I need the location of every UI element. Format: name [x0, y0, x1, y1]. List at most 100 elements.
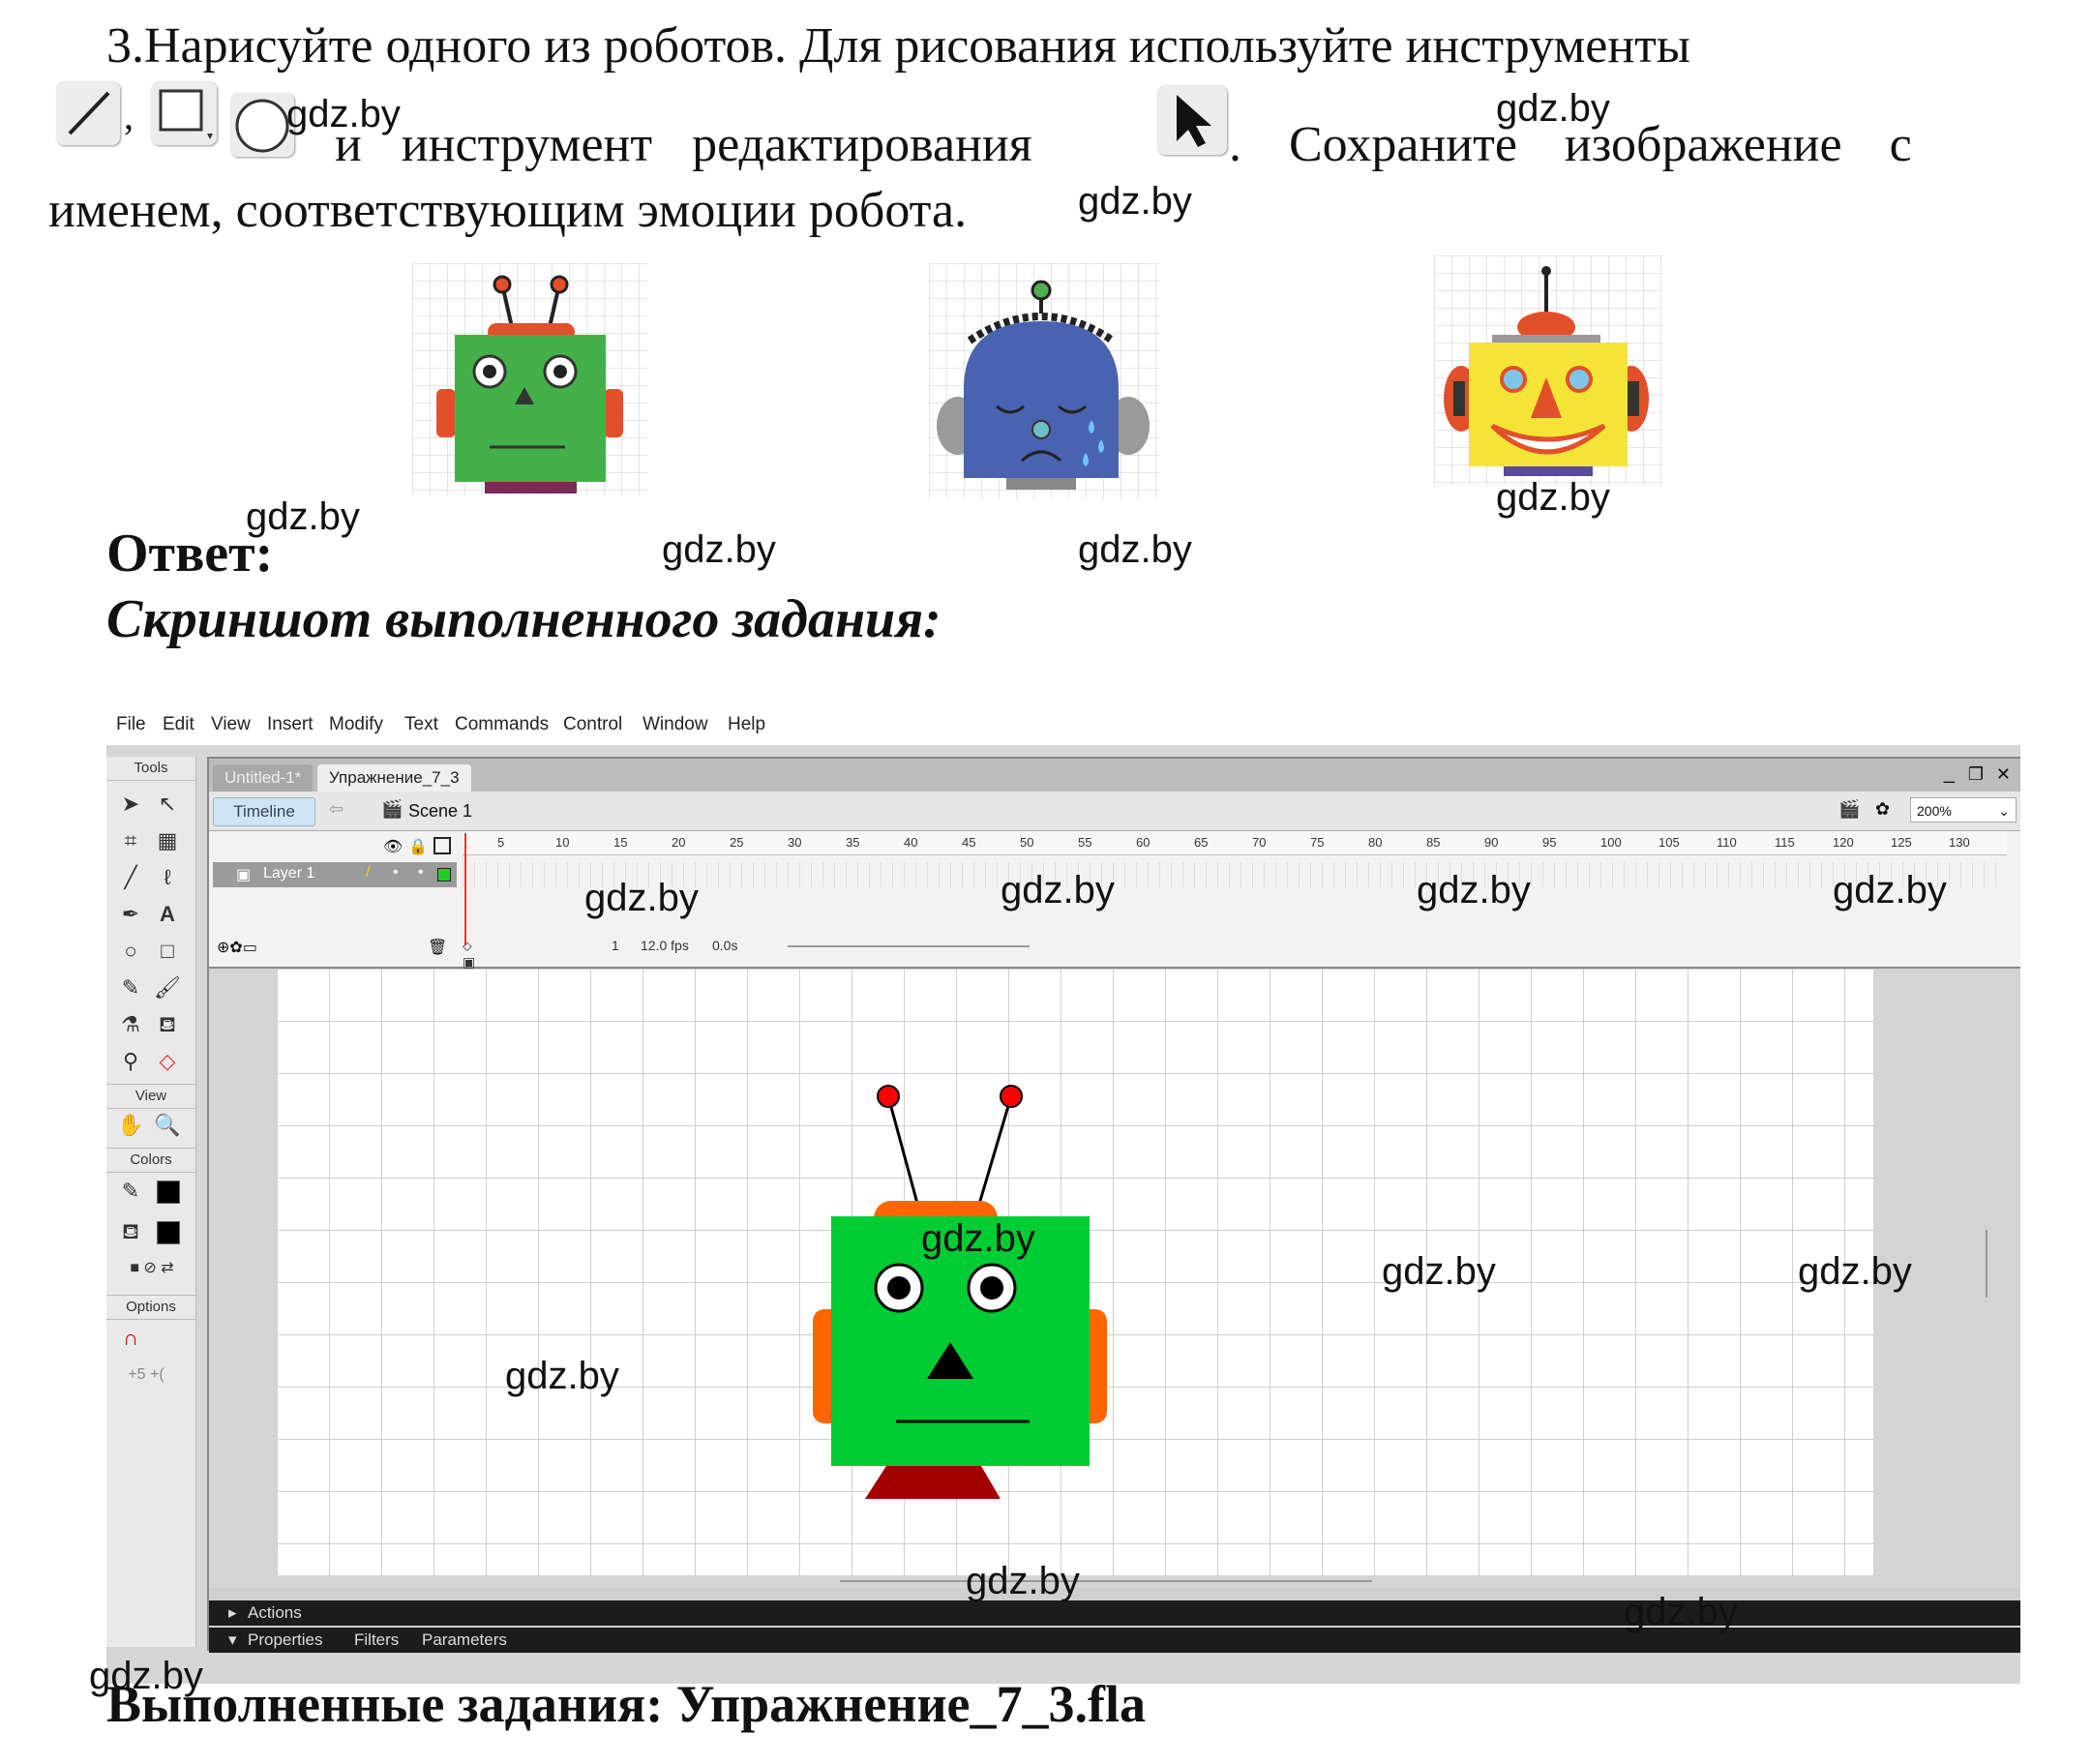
visible-dot[interactable]: •	[393, 864, 399, 882]
rectangle-tool-icon	[151, 81, 217, 145]
trash-icon[interactable]: 🗑	[428, 938, 447, 957]
menu-modify[interactable]: Modify	[329, 714, 383, 735]
frame-tick-label: 70	[1252, 835, 1267, 850]
menu-commands[interactable]: Commands	[455, 714, 549, 735]
right-antenna	[975, 1095, 1013, 1211]
watermark: gdz.by	[1624, 1591, 1738, 1633]
gradient-tool-icon[interactable]: ▦	[153, 826, 182, 855]
lock-dot[interactable]: •	[418, 864, 424, 882]
frame-tick-label: 65	[1194, 835, 1209, 850]
stage-canvas[interactable]	[277, 969, 1873, 1575]
actions-panel-bar[interactable]: ▸ Actions	[209, 1600, 2020, 1626]
timeline-panel: 👁 🔒 ▣ Layer 1 / • • ⊕✿▭ 🗑 5 10 15 20 25 30 35 4…	[209, 831, 2020, 1019]
tab-parameters[interactable]: Parameters	[422, 1630, 507, 1650]
tab-properties[interactable]: Properties	[248, 1630, 322, 1650]
frame-tick-label: 15	[613, 835, 628, 850]
collapse-arrow-icon: ▾	[228, 1630, 237, 1649]
zoom-tool-icon[interactable]: 🔍	[153, 1111, 182, 1140]
new-layer-icons[interactable]: ⊕✿▭	[217, 938, 257, 957]
close-icon[interactable]: ✕	[1996, 764, 2011, 785]
menu-insert[interactable]: Insert	[267, 714, 314, 735]
left-antenna	[886, 1095, 921, 1211]
paint-bucket-tool-icon[interactable]: ⛾	[153, 1010, 182, 1039]
colors-header: Colors	[106, 1148, 195, 1173]
menu-control[interactable]: Control	[563, 714, 622, 735]
tab-untitled[interactable]: Untitled-1*	[213, 764, 314, 792]
stage-vscrollbar[interactable]	[1986, 1230, 1987, 1298]
text-tool-icon[interactable]: A	[153, 900, 182, 929]
subselection-tool-icon[interactable]: ↖	[153, 790, 182, 819]
oval-tool-icon[interactable]: ○	[116, 937, 145, 966]
watermark: gdz.by	[1496, 476, 1610, 519]
menu-text[interactable]: Text	[404, 714, 438, 735]
frame-rate: 12.0 fps	[641, 938, 689, 953]
minimize-icon[interactable]: _	[1944, 762, 1955, 785]
frame-tick-label: 25	[730, 835, 744, 850]
eraser-tool-icon[interactable]: ◇	[153, 1047, 182, 1076]
watermark: gdz.by	[89, 1655, 203, 1697]
layer-icon: ▣	[236, 867, 252, 883]
task-line-2a: и инструмент редактирования	[335, 117, 1032, 172]
back-arrow-icon[interactable]: ⇦	[329, 799, 344, 820]
layer-color-box[interactable]	[437, 868, 451, 882]
line-tool-icon[interactable]: ╱	[116, 863, 145, 892]
frame-tick-label: 40	[904, 835, 918, 850]
menu-edit[interactable]: Edit	[163, 714, 194, 735]
robot-drawing	[813, 1085, 1107, 1499]
stroke-color-swatch[interactable]	[153, 1177, 182, 1206]
playhead[interactable]	[464, 833, 476, 945]
pencil-icon: /	[366, 864, 371, 881]
outline-icon[interactable]	[433, 837, 451, 854]
frame-ruler: 5 10 15 20 25 30 35 40 45 50 55 60 65 70 75 80 85 90 95 100…	[463, 831, 2007, 855]
pen-tool-icon[interactable]: ✒	[116, 900, 145, 929]
frame-tick-label: 100	[1600, 835, 1622, 850]
hand-tool-icon[interactable]: ✋	[116, 1111, 145, 1140]
smooth-straighten-icons[interactable]: +5 +(	[112, 1360, 180, 1390]
watermark: gdz.by	[1833, 869, 1947, 912]
watermark: gdz.by	[1078, 528, 1192, 571]
watermark: gdz.by	[966, 1560, 1080, 1602]
transform-tool-icon[interactable]: ⌗	[116, 826, 145, 855]
watermark: gdz.by	[1078, 180, 1192, 223]
frame-tick-label: 95	[1542, 835, 1557, 850]
edit-symbol-icon[interactable]: ✿	[1875, 799, 1890, 820]
frame-tick-label: 50	[1020, 835, 1034, 850]
lasso-tool-icon[interactable]: ℓ	[153, 863, 182, 892]
snap-magnet-icon[interactable]: ∩	[116, 1324, 145, 1353]
frame-tick-label: 130	[1949, 835, 1970, 850]
restore-icon[interactable]: ❐	[1968, 764, 1984, 785]
menu-window[interactable]: Window	[643, 714, 708, 735]
ink-bottle-tool-icon[interactable]: ⚗	[116, 1010, 145, 1039]
watermark: gdz.by	[921, 1217, 1035, 1260]
selection-tool-icon[interactable]: ➤	[116, 790, 145, 819]
menu-view[interactable]: View	[211, 714, 251, 735]
edit-scene-icon[interactable]: 🎬	[1838, 799, 1860, 820]
layer-row[interactable]: ▣ Layer 1 / • •	[213, 862, 457, 887]
task-line-3: именем, соответствующим эмоции робота.	[48, 183, 968, 238]
task-line-1: 3.Нарисуйте одного из роботов. Для рисов…	[106, 18, 1690, 74]
zoom-select[interactable]: 200% ⌄	[1910, 797, 2017, 822]
left-pupil	[887, 1276, 911, 1300]
menu-file[interactable]: File	[116, 714, 146, 735]
right-pupil	[980, 1276, 1003, 1300]
lock-icon[interactable]: 🔒	[408, 837, 428, 856]
timeline-scrollbar[interactable]	[788, 945, 1030, 947]
stage-scrollbar[interactable]	[840, 1580, 1372, 1582]
timeline-button[interactable]: Timeline	[213, 797, 315, 826]
menu-help[interactable]: Help	[728, 714, 765, 735]
eyedropper-tool-icon[interactable]: ⚲	[116, 1047, 145, 1076]
brush-tool-icon[interactable]: 🖌	[153, 973, 182, 1002]
flash-screenshot: File Edit View Insert Modify Text Comman…	[106, 706, 2020, 1684]
pencil-tool-icon[interactable]: ✎	[116, 973, 145, 1002]
watermark: gdz.by	[505, 1355, 619, 1397]
eye-icon[interactable]: 👁	[383, 837, 403, 856]
rectangle-tool-icon[interactable]: □	[153, 937, 182, 966]
comma: ,	[124, 94, 134, 137]
frame-tick-label: 80	[1368, 835, 1383, 850]
tab-exercise[interactable]: Упражнение_7_3	[317, 764, 471, 792]
color-swap-icons[interactable]: ■ ⊘ ⇄	[110, 1254, 194, 1283]
fill-color-swatch[interactable]	[153, 1217, 182, 1246]
frame-tick-label: 5	[497, 835, 505, 850]
current-frame: 1	[612, 938, 619, 953]
tab-filters[interactable]: Filters	[354, 1630, 399, 1650]
